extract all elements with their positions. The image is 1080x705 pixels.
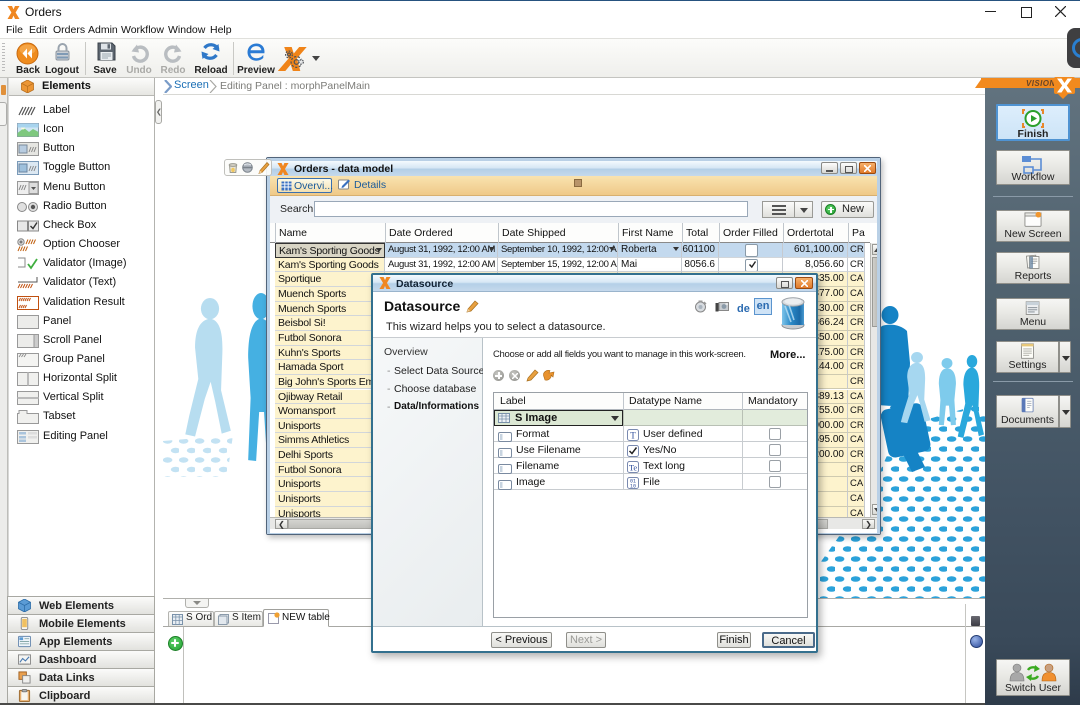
svg-text:T: T (630, 431, 636, 441)
svg-text:10: 10 (630, 484, 636, 490)
svg-text:Te: Te (629, 463, 638, 473)
